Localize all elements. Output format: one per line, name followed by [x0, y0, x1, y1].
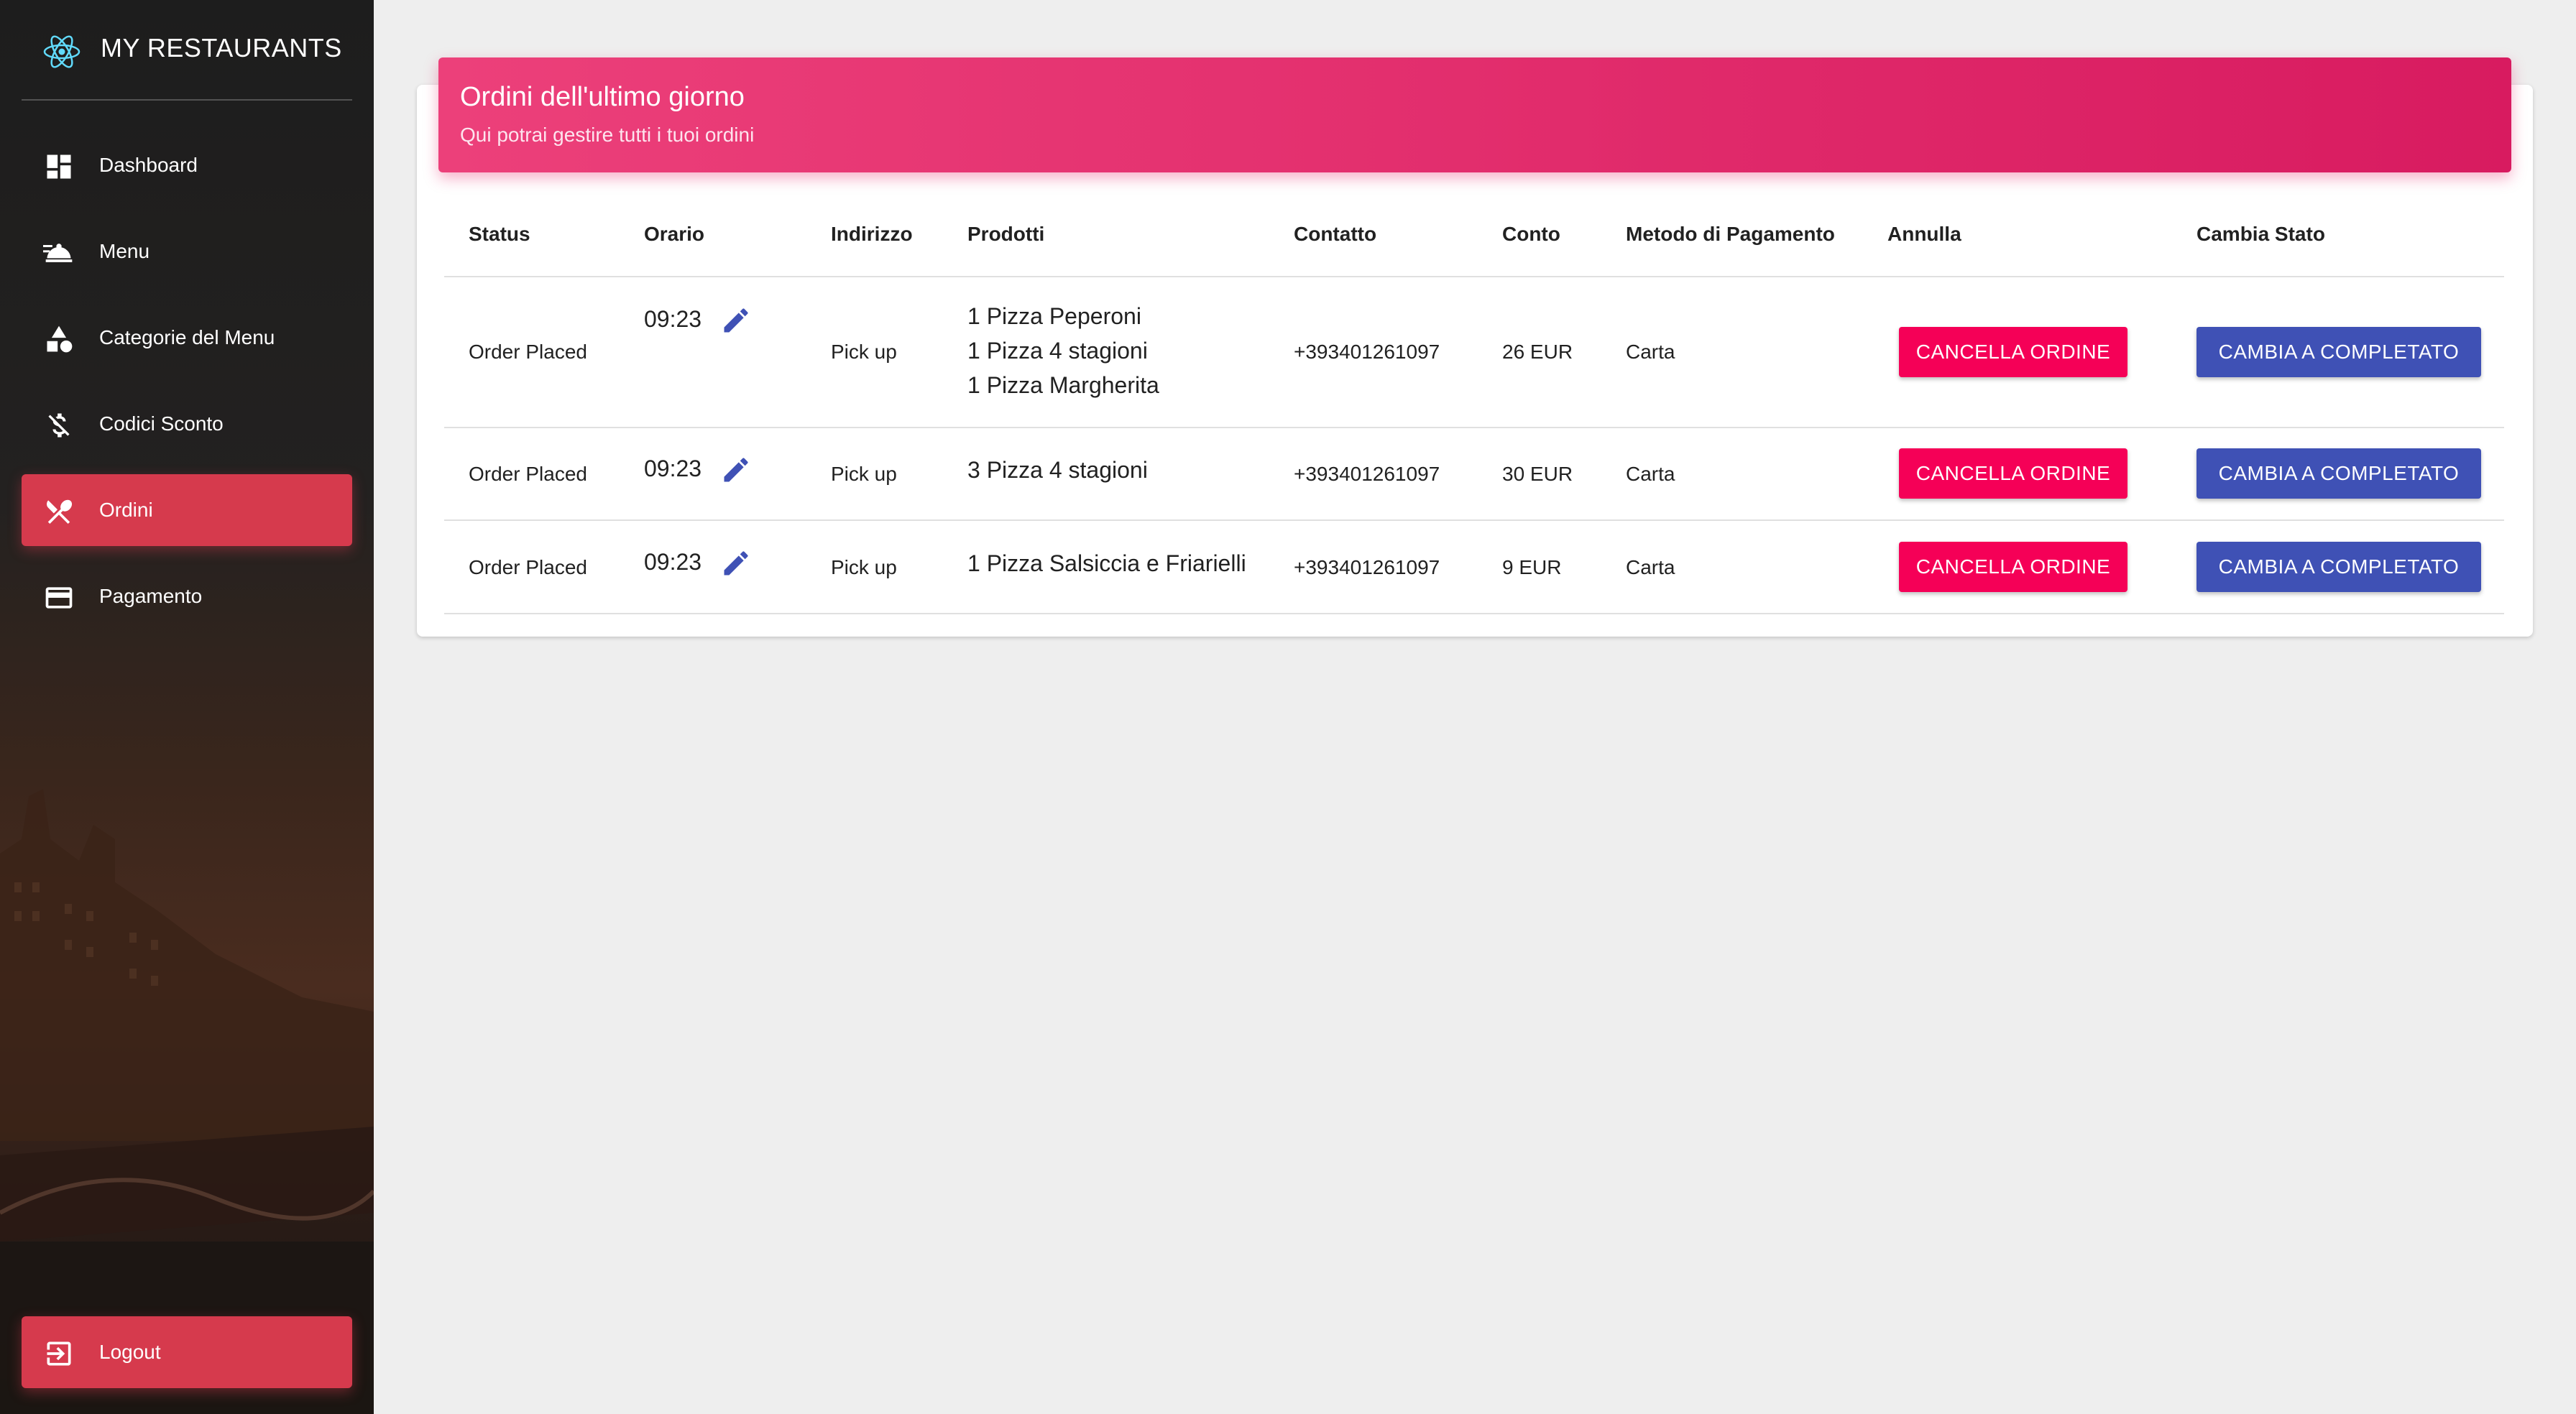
change-to-completed-button[interactable]: CAMBIA A COMPLETATO	[2196, 327, 2481, 377]
card-header: Ordini dell'ultimo giorno Qui potrai ges…	[438, 57, 2511, 172]
product-item: 1 Pizza Margherita	[967, 372, 1159, 398]
sidebar-item-label: Categorie del Menu	[99, 326, 275, 348]
column-header-contatto: Contatto	[1294, 223, 1377, 245]
sidebar-item-pagamento[interactable]: Pagamento	[22, 560, 352, 632]
status-cell: Order Placed	[469, 341, 587, 363]
products-cell: 1 Pizza Salsiccia e Friarielli	[967, 549, 1246, 578]
brand[interactable]: MY RESTAURANTS	[0, 0, 374, 101]
products-cell: 1 Pizza Peperoni 1 Pizza 4 stagioni 1 Pi…	[967, 299, 1159, 402]
cancel-order-button[interactable]: CANCELLA ORDINE	[1899, 327, 2128, 377]
products-cell: 3 Pizza 4 stagioni	[967, 456, 1148, 484]
contact-cell: +393401261097	[1294, 341, 1440, 363]
dashboard-icon	[47, 154, 71, 179]
column-header-status: Status	[469, 223, 530, 245]
logout-label: Logout	[99, 1341, 161, 1363]
sidebar-item-menu[interactable]: Menu	[22, 216, 352, 287]
column-header-annulla: Annulla	[1887, 223, 1961, 245]
row-divider	[444, 519, 2504, 521]
time-cell: 09:23	[644, 456, 702, 481]
column-header-cambia-stato: Cambia Stato	[2196, 223, 2325, 245]
sidebar-item-dashboard[interactable]: Dashboard	[22, 129, 352, 201]
sidebar-item-categorie[interactable]: Categorie del Menu	[22, 302, 352, 374]
product-item: 1 Pizza Salsiccia e Friarielli	[967, 550, 1246, 576]
column-header-conto: Conto	[1502, 223, 1560, 245]
sidebar-item-label: Dashboard	[99, 154, 198, 176]
pencil-icon[interactable]	[720, 454, 752, 486]
total-cell: 30 EUR	[1502, 463, 1573, 485]
contact-cell: +393401261097	[1294, 463, 1440, 485]
logout-button[interactable]: Logout	[22, 1316, 352, 1388]
row-divider	[444, 613, 2504, 614]
time-cell: 09:23	[644, 306, 702, 332]
sidebar-item-label: Pagamento	[99, 585, 203, 607]
product-item: 1 Pizza Peperoni	[967, 303, 1141, 329]
total-cell: 26 EUR	[1502, 341, 1573, 363]
total-cell: 9 EUR	[1502, 556, 1562, 578]
address-cell: Pick up	[831, 463, 897, 485]
app-title: MY RESTAURANTS	[101, 33, 342, 63]
cancel-order-button[interactable]: CANCELLA ORDINE	[1899, 448, 2128, 499]
cancel-order-button[interactable]: CANCELLA ORDINE	[1899, 542, 2128, 592]
sidebar-divider	[22, 99, 352, 101]
exit-icon	[47, 1341, 71, 1366]
address-cell: Pick up	[831, 341, 897, 363]
column-header-orario: Orario	[644, 223, 705, 245]
payment-cell: Carta	[1626, 463, 1675, 485]
restaurant-icon	[47, 499, 73, 525]
header-divider	[444, 276, 2504, 277]
row-divider	[444, 427, 2504, 428]
column-header-metodo-pagamento: Metodo di Pagamento	[1626, 223, 1835, 245]
sidebar-item-label: Ordini	[99, 499, 153, 521]
pencil-icon[interactable]	[720, 305, 752, 336]
product-item: 3 Pizza 4 stagioni	[967, 457, 1148, 483]
status-cell: Order Placed	[469, 556, 587, 578]
payment-cell: Carta	[1626, 556, 1675, 578]
sidebar-item-label: Menu	[99, 240, 150, 262]
credit-card-icon	[45, 587, 73, 609]
card-title: Ordini dell'ultimo giorno	[460, 82, 745, 112]
category-icon	[47, 325, 73, 353]
sidebar: MY RESTAURANTS Dashboard Menu Categorie …	[0, 0, 374, 1414]
sidebar-item-label: Codici Sconto	[99, 412, 224, 435]
product-item: 1 Pizza 4 stagioni	[967, 338, 1148, 364]
money-off-icon	[48, 413, 70, 438]
address-cell: Pick up	[831, 556, 897, 578]
time-cell: 09:23	[644, 549, 702, 575]
sidebar-item-ordini[interactable]: Ordini	[22, 474, 352, 546]
sidebar-background-image	[0, 789, 374, 1414]
status-cell: Order Placed	[469, 463, 587, 485]
contact-cell: +393401261097	[1294, 556, 1440, 578]
react-atom-icon	[43, 35, 80, 68]
column-header-prodotti: Prodotti	[967, 223, 1045, 245]
card-subtitle: Qui potrai gestire tutti i tuoi ordini	[460, 124, 755, 146]
pencil-icon[interactable]	[720, 547, 752, 579]
room-service-icon	[43, 244, 73, 262]
payment-cell: Carta	[1626, 341, 1675, 363]
change-to-completed-button[interactable]: CAMBIA A COMPLETATO	[2196, 542, 2481, 592]
column-header-indirizzo: Indirizzo	[831, 223, 913, 245]
change-to-completed-button[interactable]: CAMBIA A COMPLETATO	[2196, 448, 2481, 499]
sidebar-item-codici-sconto[interactable]: Codici Sconto	[22, 388, 352, 460]
